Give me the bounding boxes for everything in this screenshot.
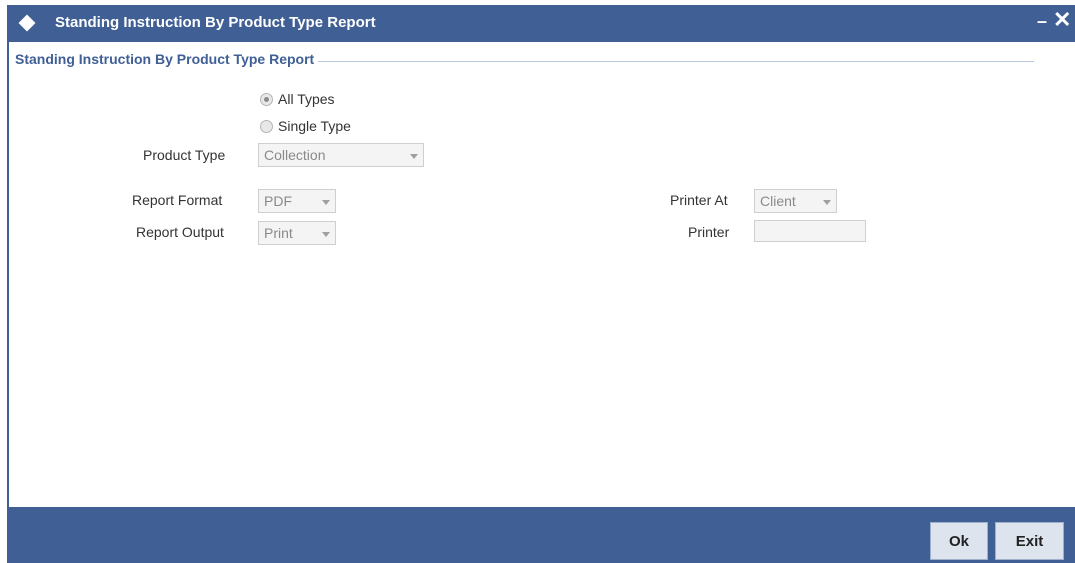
all-types-label: All Types — [278, 91, 335, 107]
product-type-value: Collection — [264, 147, 326, 163]
report-output-label: Report Output — [136, 224, 224, 240]
report-window: Standing Instruction By Product Type Rep… — [7, 5, 1075, 563]
report-format-value: PDF — [264, 193, 292, 209]
chevron-down-icon — [322, 232, 330, 237]
report-output-value: Print — [264, 225, 293, 241]
chevron-down-icon — [410, 154, 418, 159]
window-title: Standing Instruction By Product Type Rep… — [55, 14, 376, 31]
diamond-icon — [18, 14, 36, 32]
report-format-select[interactable]: PDF — [258, 189, 336, 213]
title-bar: Standing Instruction By Product Type Rep… — [9, 5, 1075, 42]
exit-button[interactable]: Exit — [995, 522, 1064, 560]
single-type-label: Single Type — [278, 118, 351, 134]
report-output-select[interactable]: Print — [258, 221, 336, 245]
printer-at-value: Client — [760, 193, 796, 209]
single-type-option[interactable]: Single Type — [260, 118, 351, 134]
printer-at-label: Printer At — [670, 192, 728, 208]
chevron-down-icon — [322, 200, 330, 205]
minimize-button[interactable]: – — [1037, 11, 1047, 32]
footer-bar: Ok Exit — [9, 507, 1075, 563]
product-type-label: Product Type — [143, 147, 226, 163]
section-legend: Standing Instruction By Product Type Rep… — [9, 51, 319, 67]
all-types-radio[interactable] — [260, 92, 273, 106]
product-type-select[interactable]: Collection — [258, 143, 424, 167]
report-format-label: Report Format — [132, 192, 223, 208]
ok-button[interactable]: Ok — [930, 522, 988, 560]
close-button[interactable]: ✕ — [1053, 7, 1071, 33]
printer-input[interactable] — [754, 220, 866, 242]
report-section: Standing Instruction By Product Type Rep… — [9, 51, 1034, 71]
single-type-radio[interactable] — [260, 119, 273, 133]
printer-at-select[interactable]: Client — [754, 189, 837, 213]
chevron-down-icon — [823, 200, 831, 205]
printer-label: Printer — [688, 224, 730, 240]
all-types-option[interactable]: All Types — [260, 91, 335, 107]
